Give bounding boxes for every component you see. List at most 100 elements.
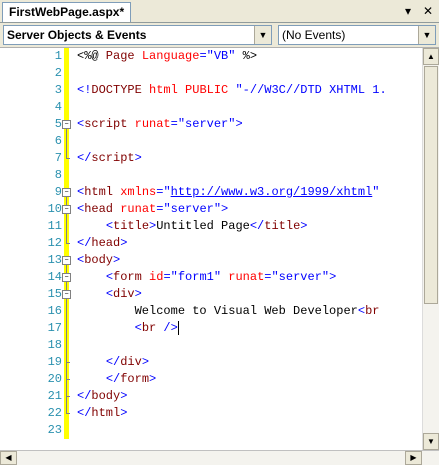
- code-token: title: [113, 219, 150, 233]
- code-line[interactable]: 20 </form>: [20, 371, 422, 388]
- code-line[interactable]: 1 <%@ Page Language="VB" %>: [20, 48, 422, 65]
- navigation-bar: Server Objects & Events ▼ (No Events) ▼: [0, 23, 439, 48]
- change-indicator: [64, 65, 69, 82]
- code-token: form: [113, 270, 142, 284]
- code-token: />: [156, 321, 178, 335]
- code-text: <title>Untitled Page</title>: [77, 218, 422, 235]
- tab-list-dropdown-icon[interactable]: ▾: [400, 3, 416, 19]
- code-line[interactable]: 10− <head runat="server">: [20, 201, 422, 218]
- line-number: 15: [47, 287, 62, 301]
- code-line[interactable]: 23: [20, 422, 422, 439]
- code-token: %>: [235, 49, 258, 63]
- collapse-icon[interactable]: −: [62, 120, 71, 129]
- vertical-scrollbar[interactable]: ▲ ▼: [422, 48, 439, 450]
- code-line[interactable]: 19 </div>: [20, 354, 422, 371]
- code-token: xmlns: [113, 185, 157, 199]
- collapse-icon[interactable]: −: [62, 290, 71, 299]
- change-indicator: [64, 82, 69, 99]
- scroll-right-button[interactable]: ▶: [405, 451, 422, 465]
- line-number: 7: [54, 151, 62, 165]
- code-line[interactable]: 21 </body>: [20, 388, 422, 405]
- line-number: 2: [54, 66, 62, 80]
- collapse-icon[interactable]: −: [62, 205, 71, 214]
- outline-guide: [64, 337, 70, 354]
- line-number: 14: [47, 270, 62, 284]
- collapse-icon[interactable]: −: [62, 256, 71, 265]
- document-tab[interactable]: FirstWebPage.aspx*: [2, 2, 132, 22]
- line-number: 22: [47, 406, 62, 420]
- code-token: </: [105, 355, 121, 369]
- code-text: <div>: [77, 286, 422, 303]
- code-line[interactable]: 17 <br />: [20, 320, 422, 337]
- server-objects-value: Server Objects & Events: [7, 28, 147, 42]
- code-line[interactable]: 8: [20, 167, 422, 184]
- code-line[interactable]: 16 Welcome to Visual Web Developer<br: [20, 303, 422, 320]
- line-number: 21: [47, 389, 62, 403]
- code-line[interactable]: 5− <script runat="server">: [20, 116, 422, 133]
- code-token: >: [120, 406, 128, 420]
- code-line[interactable]: 11 <title>Untitled Page</title>: [20, 218, 422, 235]
- code-editor[interactable]: 1 <%@ Page Language="VB" %> 2 3 <!DOCTYPE ht…: [0, 48, 422, 450]
- line-number: 1: [54, 49, 62, 63]
- collapse-icon[interactable]: −: [62, 188, 71, 197]
- code-line[interactable]: 2: [20, 65, 422, 82]
- code-token: "server": [163, 202, 222, 216]
- code-token: "VB": [206, 49, 236, 63]
- code-token: br: [141, 321, 157, 335]
- outline-guide: [64, 405, 70, 422]
- change-indicator: [64, 99, 69, 116]
- code-token: ": [163, 185, 171, 199]
- code-token: >: [221, 202, 229, 216]
- selection-margin[interactable]: [0, 48, 20, 450]
- code-token: >: [149, 372, 157, 386]
- line-number: 12: [47, 236, 62, 250]
- code-token: <: [134, 321, 142, 335]
- code-line[interactable]: 7 </script>: [20, 150, 422, 167]
- scroll-thumb[interactable]: [424, 66, 438, 304]
- outline-guide: −: [62, 252, 71, 269]
- scroll-up-button[interactable]: ▲: [423, 48, 439, 65]
- close-document-icon[interactable]: ✕: [420, 3, 436, 19]
- code-line[interactable]: 14− <form id="form1" runat="server">: [20, 269, 422, 286]
- code-text: <head runat="server">: [77, 201, 422, 218]
- code-text: <html xmlns="http://www.w3.org/1999/xhtm…: [77, 184, 422, 201]
- code-line[interactable]: 15− <div>: [20, 286, 422, 303]
- outline-guide: [64, 320, 70, 337]
- collapse-icon[interactable]: −: [62, 273, 71, 282]
- code-line[interactable]: 13− <body>: [20, 252, 422, 269]
- code-line[interactable]: 6: [20, 133, 422, 150]
- line-number: 5: [54, 117, 62, 131]
- code-text: </body>: [77, 388, 422, 405]
- code-text: <script runat="server">: [77, 116, 422, 133]
- code-line[interactable]: 9− <html xmlns="http://www.w3.org/1999/xh…: [20, 184, 422, 201]
- code-line[interactable]: 4: [20, 99, 422, 116]
- code-text: <!DOCTYPE html PUBLIC "-//W3C//DTD XHTML…: [77, 82, 422, 99]
- line-number: 13: [47, 253, 62, 267]
- code-token: html: [91, 406, 121, 420]
- code-token: http://www.w3.org/1999/xhtml: [170, 185, 373, 199]
- code-token: >: [113, 253, 121, 267]
- chevron-down-icon[interactable]: ▼: [254, 26, 271, 44]
- code-token: </: [105, 372, 121, 386]
- code-line[interactable]: 12 </head>: [20, 235, 422, 252]
- code-token: >: [120, 236, 128, 250]
- outline-guide: [64, 371, 70, 388]
- code-token: id: [141, 270, 164, 284]
- code-line[interactable]: 18: [20, 337, 422, 354]
- text-cursor: [177, 320, 179, 335]
- code-token: ": [372, 185, 380, 199]
- code-text: Welcome to Visual Web Developer<br: [77, 303, 422, 320]
- code-token: Page: [98, 49, 135, 63]
- code-token: Welcome to Visual Web Developer: [77, 304, 358, 318]
- server-objects-dropdown[interactable]: Server Objects & Events ▼: [3, 25, 272, 45]
- code-token: form: [120, 372, 150, 386]
- scroll-left-button[interactable]: ◀: [0, 451, 17, 465]
- code-token: =: [170, 117, 178, 131]
- code-line[interactable]: 22 </html>: [20, 405, 422, 422]
- events-dropdown[interactable]: (No Events) ▼: [278, 25, 436, 45]
- horizontal-scrollbar[interactable]: ◀ ▶: [0, 450, 439, 465]
- code-line[interactable]: 3 <!DOCTYPE html PUBLIC "-//W3C//DTD XHTM…: [20, 82, 422, 99]
- scroll-down-button[interactable]: ▼: [423, 433, 439, 450]
- chevron-down-icon[interactable]: ▼: [418, 26, 435, 44]
